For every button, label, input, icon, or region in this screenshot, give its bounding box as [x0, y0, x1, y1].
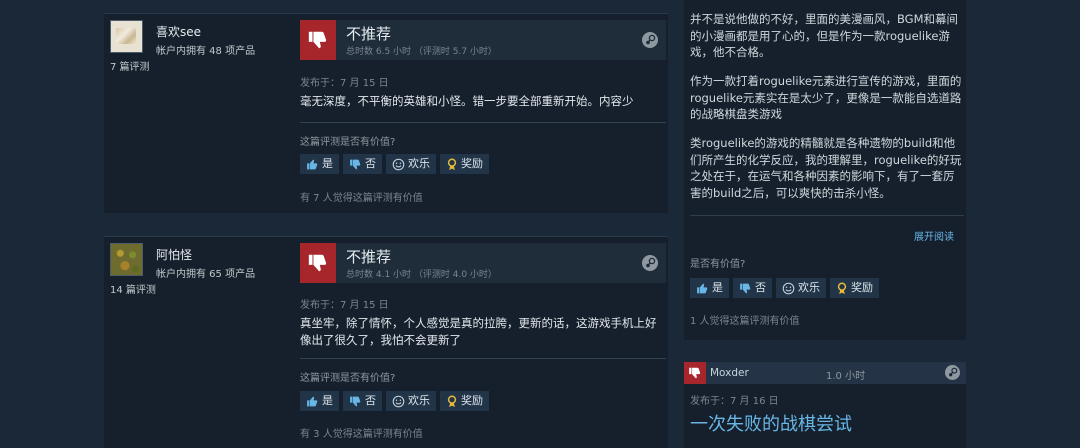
vote-buttons: 是 否 欢乐 奖励: [690, 278, 879, 298]
steam-icon: [642, 255, 658, 271]
author-review-count[interactable]: 14 篇评测: [110, 281, 156, 296]
vote-no-button[interactable]: 否: [343, 391, 382, 411]
award-button[interactable]: 奖励: [830, 278, 879, 298]
divider: [690, 215, 964, 216]
thumbs-down-icon: [300, 20, 336, 60]
author-name[interactable]: 喜欢see: [156, 23, 201, 40]
avatar[interactable]: [110, 20, 143, 53]
verdict-label[interactable]: 不推荐: [346, 246, 391, 267]
author-products[interactable]: 帐户内拥有 65 项产品: [156, 265, 255, 280]
vote-funny-label: 欢乐: [798, 281, 820, 294]
avatar[interactable]: [110, 243, 143, 276]
helpful-count: 有 3 人觉得这篇评测有价值: [300, 429, 423, 440]
award-icon: [446, 394, 458, 408]
thumbs-up-icon: [306, 158, 319, 171]
vote-no-button[interactable]: 否: [733, 278, 772, 298]
hours-played: 1.0 小时: [826, 371, 866, 382]
vote-yes-button[interactable]: 是: [300, 154, 339, 174]
author-review-count[interactable]: 7 篇评测: [110, 58, 150, 73]
vote-funny-button[interactable]: 欢乐: [386, 154, 436, 174]
award-label: 奖励: [461, 157, 483, 170]
mini-review-header: Moxder 1.0 小时: [684, 362, 966, 384]
review-card: 喜欢see 帐户内拥有 48 项产品 7 篇评测 不推荐 总时数 6.5 小时 …: [104, 13, 668, 213]
vote-funny-button[interactable]: 欢乐: [776, 278, 826, 298]
helpful-question: 是否有价值?: [690, 259, 746, 270]
side-review-card: 并不是说他做的不好，里面的美漫画风，BGM和幕间的小漫画都是用了心的，但是作为一…: [684, 0, 966, 340]
review-paragraph: 并不是说他做的不好，里面的美漫画风，BGM和幕间的小漫画都是用了心的，但是作为一…: [690, 12, 959, 59]
thumbs-up-icon: [306, 395, 319, 408]
steam-icon: [945, 365, 960, 380]
award-label: 奖励: [461, 394, 483, 407]
vote-yes-label: 是: [712, 281, 723, 294]
review-card: 阿怕怪 帐户内拥有 65 项产品 14 篇评测 不推荐 总时数 4.1 小时 （…: [104, 236, 668, 448]
vote-yes-label: 是: [322, 157, 333, 170]
mini-review-card[interactable]: Moxder 1.0 小时 发布于：7 月 16 日 一次失败的战棋尝试: [684, 362, 966, 448]
vote-yes-button[interactable]: 是: [300, 391, 339, 411]
vote-funny-label: 欢乐: [408, 394, 430, 407]
vote-header: 不推荐 总时数 6.5 小时 （评测时 5.7 小时）: [300, 20, 666, 60]
award-button[interactable]: 奖励: [440, 154, 489, 174]
posted-date: 发布于：7 月 15 日: [300, 78, 389, 89]
posted-date: 发布于：7 月 15 日: [300, 300, 389, 311]
thumbs-down-icon: [739, 282, 752, 295]
vote-no-label: 否: [365, 394, 376, 407]
award-icon: [836, 281, 848, 295]
steam-icon: [642, 32, 658, 48]
review-paragraph: 作为一款打着roguelike元素进行宣传的游戏，里面的roguelike元素实…: [690, 74, 962, 121]
review-title[interactable]: 一次失败的战棋尝试: [690, 410, 852, 436]
author-name[interactable]: 阿怕怪: [156, 246, 192, 263]
author-products[interactable]: 帐户内拥有 48 项产品: [156, 42, 255, 57]
award-icon: [446, 157, 458, 171]
vote-yes-label: 是: [322, 394, 333, 407]
vote-no-button[interactable]: 否: [343, 154, 382, 174]
smiley-icon: [392, 158, 405, 171]
vote-header: 不推荐 总时数 4.1 小时 （评测时 4.0 小时）: [300, 243, 666, 283]
verdict-label[interactable]: 不推荐: [346, 23, 391, 44]
vote-no-label: 否: [755, 281, 766, 294]
thumbs-down-icon: [300, 243, 336, 283]
vote-buttons: 是 否 欢乐 奖励: [300, 154, 489, 174]
helpful-question: 这篇评测是否有价值?: [300, 373, 396, 384]
divider: [300, 358, 666, 359]
smiley-icon: [392, 395, 405, 408]
vote-funny-label: 欢乐: [408, 157, 430, 170]
review-content: 真坐牢，除了情怀，个人感觉是真的拉胯，更新的话，这游戏手机上好像出了很久了，我怕…: [300, 316, 657, 347]
thumbs-up-icon: [696, 282, 709, 295]
posted-date: 发布于：7 月 16 日: [690, 396, 779, 407]
expand-review-link[interactable]: 展开阅读: [914, 228, 954, 243]
vote-no-label: 否: [365, 157, 376, 170]
helpful-count: 有 7 人觉得这篇评测有价值: [300, 193, 423, 204]
review-content: 毫无深度，不平衡的英雄和小怪。错一步要全部重新开始。内容少: [300, 94, 634, 108]
vote-buttons: 是 否 欢乐 奖励: [300, 391, 489, 411]
award-label: 奖励: [851, 281, 873, 294]
smiley-icon: [782, 282, 795, 295]
thumbs-down-icon: [349, 158, 362, 171]
vote-funny-button[interactable]: 欢乐: [386, 391, 436, 411]
award-button[interactable]: 奖励: [440, 391, 489, 411]
author-name[interactable]: Moxder: [710, 367, 749, 379]
hours-played: 总时数 6.5 小时 （评测时 5.7 小时）: [346, 47, 497, 57]
thumbs-down-icon: [684, 362, 706, 384]
thumbs-down-icon: [349, 395, 362, 408]
review-paragraph: 类roguelike的游戏的精髓就是各种遗物的build和他们所产生的化学反应，…: [690, 136, 962, 200]
divider: [300, 122, 666, 123]
helpful-question: 这篇评测是否有价值?: [300, 137, 396, 148]
hours-played: 总时数 4.1 小时 （评测时 4.0 小时）: [346, 270, 497, 280]
vote-yes-button[interactable]: 是: [690, 278, 729, 298]
helpful-count: 1 人觉得这篇评测有价值: [690, 316, 800, 327]
